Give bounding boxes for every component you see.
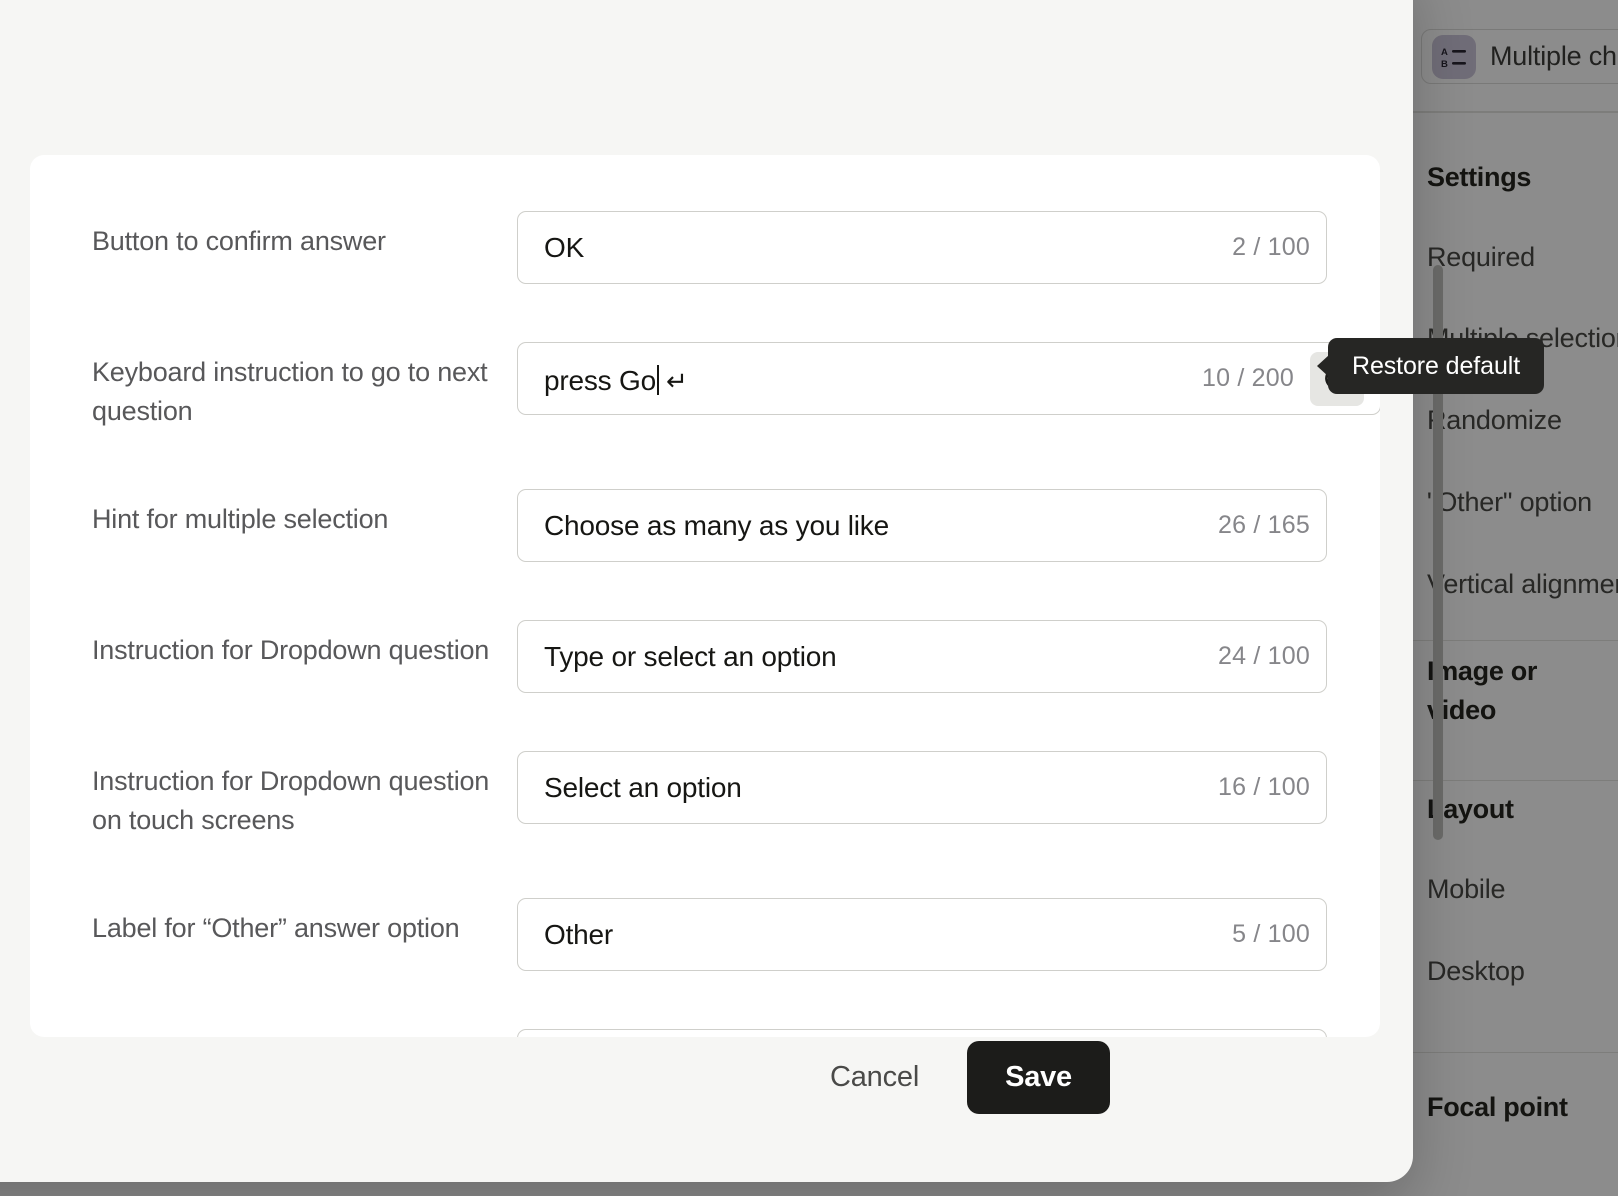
form-row: Instruction for Dropdown question Type o… [92,620,1352,693]
input-value: press Go [544,365,656,396]
panel-divider-3 [1413,780,1618,781]
form-row: Label for “Other” answer option Other 5 … [92,898,1352,971]
customize-text-dialog: Button to confirm answer OK 2 / 100 Keyb… [0,0,1413,1182]
char-counter: 24 / 100 [1218,642,1310,670]
input-confirm-button[interactable]: OK 2 / 100 [517,211,1327,284]
input-value: Choose as many as you like [544,509,889,541]
input-value-group: press Go ↵ [544,360,688,397]
question-type-chip[interactable]: A B Multiple choice [1421,29,1618,84]
restore-default-tooltip: Restore default [1328,338,1545,394]
text-caret [657,365,659,395]
form-row: Keyboard instruction to go to next quest… [92,342,1380,431]
input-value: Select an option [544,771,742,803]
panel-section-focal-point: Focal point [1413,1092,1618,1123]
panel-divider-2 [1413,640,1618,641]
setting-row-randomize[interactable]: Randomize [1427,405,1618,436]
question-type-label: Multiple choice [1490,41,1618,71]
char-counter: 16 / 100 [1218,773,1310,801]
panel-section-image-or-video: Image or video [1413,652,1618,730]
panel-header: A B Multiple choice [1413,0,1618,112]
section-title-settings: Settings [1427,162,1532,192]
input-other-option[interactable]: Other 5 / 100 [517,898,1327,971]
field-wrap-dropdown-instruction-touch: Select an option 16 / 100 [517,751,1327,824]
question-settings-panel: A B Multiple choice Settings Required Mu… [1413,0,1618,1196]
layout-row-desktop[interactable]: Desktop [1427,956,1618,987]
dialog-form: Button to confirm answer OK 2 / 100 Keyb… [30,155,1380,1037]
section-title-image-or-video: Image or video [1427,656,1538,725]
form-row: Instruction for Dropdown question on tou… [92,751,1352,840]
field-label-other-option: Label for “Other” answer option [92,913,460,943]
input-value: OK [544,231,585,263]
char-counter: 10 / 200 [1202,364,1294,392]
field-wrap-other-option: Other 5 / 100 [517,898,1327,971]
char-counter: 5 / 100 [1232,920,1310,948]
input-dropdown-instruction[interactable]: Type or select an option 24 / 100 [517,620,1327,693]
save-button[interactable]: Save [967,1040,1110,1114]
app-root: A B Multiple choice Settings Required Mu… [0,0,1618,1196]
field-wrap-dropdown-instruction: Type or select an option 24 / 100 [517,620,1327,693]
dialog-footer: Cancel Save [30,1012,1413,1142]
form-row: Button to confirm answer OK 2 / 100 [92,211,1352,284]
return-key-glyph: ↵ [666,366,688,396]
input-dropdown-instruction-touch[interactable]: Select an option 16 / 100 [517,751,1327,824]
input-keyboard-instruction[interactable]: press Go ↵ 10 / 200 [517,342,1380,415]
section-title-layout: Layout [1427,794,1514,824]
input-value: Other [544,918,614,950]
field-label-confirm-button: Button to confirm answer [92,226,386,256]
field-label-dropdown-instruction-touch: Instruction for Dropdown question on tou… [92,766,490,835]
panel-section-layout: Layout Mobile Desktop [1413,794,1618,987]
setting-row-required[interactable]: Required [1427,242,1618,273]
setting-row-other-option[interactable]: "Other" option [1427,487,1618,518]
field-wrap-multiple-selection-hint: Choose as many as you like 26 / 165 [517,489,1327,562]
field-label-dropdown-instruction: Instruction for Dropdown question [92,635,490,665]
char-counter: 26 / 165 [1218,511,1310,539]
svg-text:A: A [1441,47,1448,58]
cancel-button[interactable]: Cancel [800,1045,949,1110]
layout-row-mobile[interactable]: Mobile [1427,874,1618,905]
char-counter: 2 / 100 [1232,233,1310,261]
setting-row-vertical-alignment[interactable]: Vertical alignment [1427,569,1618,600]
input-multiple-selection-hint[interactable]: Choose as many as you like 26 / 165 [517,489,1327,562]
field-label-keyboard-instruction: Keyboard instruction to go to next quest… [92,357,488,426]
panel-divider-4 [1413,1052,1618,1053]
field-label-multiple-selection-hint: Hint for multiple selection [92,504,389,534]
multiple-choice-icon: A B [1432,34,1476,79]
form-row: Hint for multiple selection Choose as ma… [92,489,1352,562]
input-value: Type or select an option [544,640,837,672]
svg-text:B: B [1441,59,1448,68]
dialog-scroll-area: Button to confirm answer OK 2 / 100 Keyb… [30,155,1380,1037]
field-wrap-keyboard-instruction: press Go ↵ 10 / 200 [517,342,1380,415]
section-title-focal-point: Focal point [1427,1092,1568,1122]
panel-divider [1413,112,1618,113]
field-wrap-confirm-button: OK 2 / 100 [517,211,1327,284]
